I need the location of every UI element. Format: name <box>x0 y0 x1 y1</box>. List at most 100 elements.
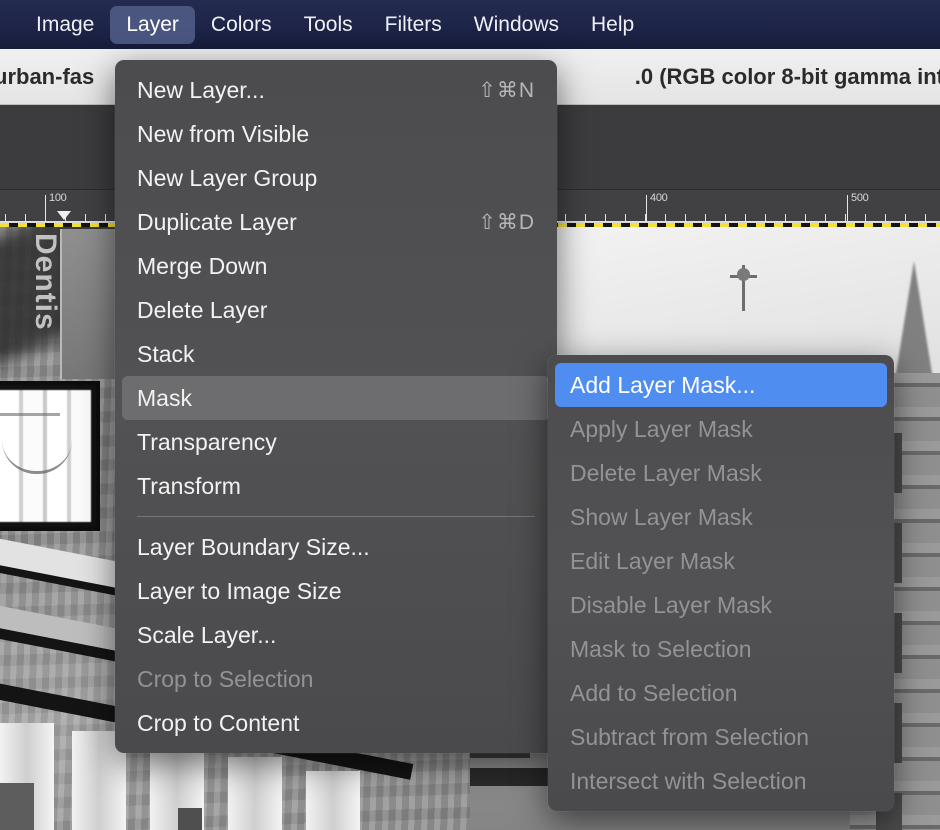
menu-item-label: Duplicate Layer <box>137 208 297 235</box>
vertical-sign <box>60 229 116 379</box>
menu-item-label: Add to Selection <box>570 679 738 706</box>
facade-pillar-5 <box>306 771 360 830</box>
layer-menu-item-crop-to-content[interactable]: Crop to Content <box>122 701 550 745</box>
menu-item-label: Layer to Image Size <box>137 577 342 604</box>
facade-doorway-2 <box>178 808 202 830</box>
menubar-item-layer[interactable]: Layer <box>110 5 195 44</box>
menu-bar: Image Layer Colors Tools Filters Windows… <box>0 0 940 49</box>
ruler-label-100: 100 <box>49 192 67 204</box>
title-bar-image-info: .0 (RGB color 8-bit gamma int <box>634 63 940 89</box>
ruler-tick-minor <box>825 214 826 221</box>
ruler-tick-100 <box>45 195 46 221</box>
layer-menu-item-transparency[interactable]: Transparency <box>122 420 550 464</box>
mask-submenu-item-subtract-from-selection: Subtract from Selection <box>555 715 887 759</box>
menu-item-shortcut: ⇧⌘D <box>478 210 535 234</box>
menu-item-label: Subtract from Selection <box>570 723 810 750</box>
menubar-item-help[interactable]: Help <box>575 6 650 44</box>
menu-item-label: Layer Boundary Size... <box>137 533 370 560</box>
ruler-tick-500 <box>847 195 848 221</box>
ruler-tick-minor <box>885 214 886 221</box>
layer-menu-item-layer-boundary-size[interactable]: Layer Boundary Size... <box>122 525 550 569</box>
mask-submenu-item-apply-layer-mask: Apply Layer Mask <box>555 407 887 451</box>
layer-menu-item-transform[interactable]: Transform <box>122 464 550 508</box>
church-cross-node <box>737 268 750 281</box>
ruler-tick-minor <box>745 214 746 221</box>
ruler-tick-minor <box>705 214 706 221</box>
ruler-tick-minor <box>565 214 566 221</box>
ruler-label-400: 400 <box>650 192 668 204</box>
menu-item-label: Scale Layer... <box>137 621 277 648</box>
menu-item-label: Mask to Selection <box>570 635 752 662</box>
ruler-tick-minor <box>905 214 906 221</box>
ruler-tick-minor <box>585 214 586 221</box>
ruler-tick-400 <box>646 195 647 221</box>
menu-item-shortcut: ⇧⌘N <box>478 78 535 102</box>
facade-pillar-4 <box>228 757 282 830</box>
menu-separator <box>137 516 535 517</box>
layer-menu-item-mask[interactable]: Mask <box>122 376 550 420</box>
menu-item-label: Intersect with Selection <box>570 767 807 794</box>
ruler-tick-minor <box>665 214 666 221</box>
ruler-position-marker <box>57 211 71 220</box>
ruler-tick-minor <box>5 214 6 221</box>
mask-submenu-item-intersect-with-selection: Intersect with Selection <box>555 759 887 803</box>
mask-submenu-item-delete-layer-mask: Delete Layer Mask <box>555 451 887 495</box>
menubar-item-colors[interactable]: Colors <box>195 6 288 44</box>
layer-menu-item-scale-layer[interactable]: Scale Layer... <box>122 613 550 657</box>
illuminated-sign <box>0 381 100 531</box>
layer-menu-item-stack[interactable]: Stack <box>122 332 550 376</box>
layer-menu-item-new-layer[interactable]: New Layer... ⇧⌘N <box>122 68 550 112</box>
layer-menu-item-new-from-visible[interactable]: New from Visible <box>122 112 550 156</box>
menu-item-label: Merge Down <box>137 252 268 279</box>
ruler-tick-minor <box>865 214 866 221</box>
mask-submenu-item-add-to-selection: Add to Selection <box>555 671 887 715</box>
menubar-item-tools[interactable]: Tools <box>288 6 369 44</box>
layer-menu-item-delete-layer[interactable]: Delete Layer <box>122 288 550 332</box>
mask-submenu-item-edit-layer-mask: Edit Layer Mask <box>555 539 887 583</box>
menu-item-label: Crop to Selection <box>137 665 314 692</box>
menu-item-label: Add Layer Mask... <box>570 371 756 398</box>
layer-menu-dropdown[interactable]: New Layer... ⇧⌘N New from Visible New Layer… <box>115 60 557 753</box>
ruler-tick-minor <box>765 214 766 221</box>
menu-item-label: Stack <box>137 340 195 367</box>
ruler-tick-minor <box>925 214 926 221</box>
ruler-tick-minor <box>805 214 806 221</box>
menu-item-label: Disable Layer Mask <box>570 591 772 618</box>
ruler-tick-minor <box>725 214 726 221</box>
illuminated-sign-mark-2 <box>0 413 60 416</box>
ruler-tick-minor <box>685 214 686 221</box>
menu-item-label: Transform <box>137 472 241 499</box>
menubar-item-image[interactable]: Image <box>20 6 110 44</box>
layer-menu-item-crop-to-selection: Crop to Selection <box>122 657 550 701</box>
menubar-item-windows[interactable]: Windows <box>458 6 575 44</box>
ruler-label-500: 500 <box>851 192 869 204</box>
mask-submenu-item-add-layer-mask[interactable]: Add Layer Mask... <box>555 363 887 407</box>
layer-menu-item-new-layer-group[interactable]: New Layer Group <box>122 156 550 200</box>
menu-item-label: Mask <box>137 384 192 411</box>
title-bar-filename: urban-fas <box>0 63 95 89</box>
ruler-tick-minor <box>785 214 786 221</box>
mask-submenu-dropdown[interactable]: Add Layer Mask... Apply Layer Mask Delete … <box>548 355 894 811</box>
menu-item-label: Transparency <box>137 428 277 455</box>
mask-submenu-item-mask-to-selection: Mask to Selection <box>555 627 887 671</box>
menu-item-label: New from Visible <box>137 120 310 147</box>
mask-submenu-item-show-layer-mask: Show Layer Mask <box>555 495 887 539</box>
menu-item-label: Show Layer Mask <box>570 503 753 530</box>
ruler-tick-minor <box>25 214 26 221</box>
menu-item-label: Delete Layer Mask <box>570 459 762 486</box>
menu-item-label: Crop to Content <box>137 709 300 736</box>
facade-doorway-1 <box>0 783 34 830</box>
vertical-sign-label: Dentis <box>29 233 62 331</box>
gimp-window: 100 400 500 Dentis Image Layer Colors To… <box>0 0 940 830</box>
layer-menu-item-merge-down[interactable]: Merge Down <box>122 244 550 288</box>
ruler-tick-minor <box>105 214 106 221</box>
menubar-item-filters[interactable]: Filters <box>369 6 458 44</box>
ruler-tick-minor <box>605 214 606 221</box>
layer-menu-item-layer-to-image-size[interactable]: Layer to Image Size <box>122 569 550 613</box>
ruler-tick-minor <box>85 214 86 221</box>
ruler-tick-minor <box>845 214 846 221</box>
menu-item-label: New Layer... <box>137 76 265 103</box>
menu-item-label: New Layer Group <box>137 164 318 191</box>
layer-menu-item-duplicate-layer[interactable]: Duplicate Layer ⇧⌘D <box>122 200 550 244</box>
menu-item-label: Apply Layer Mask <box>570 415 753 442</box>
